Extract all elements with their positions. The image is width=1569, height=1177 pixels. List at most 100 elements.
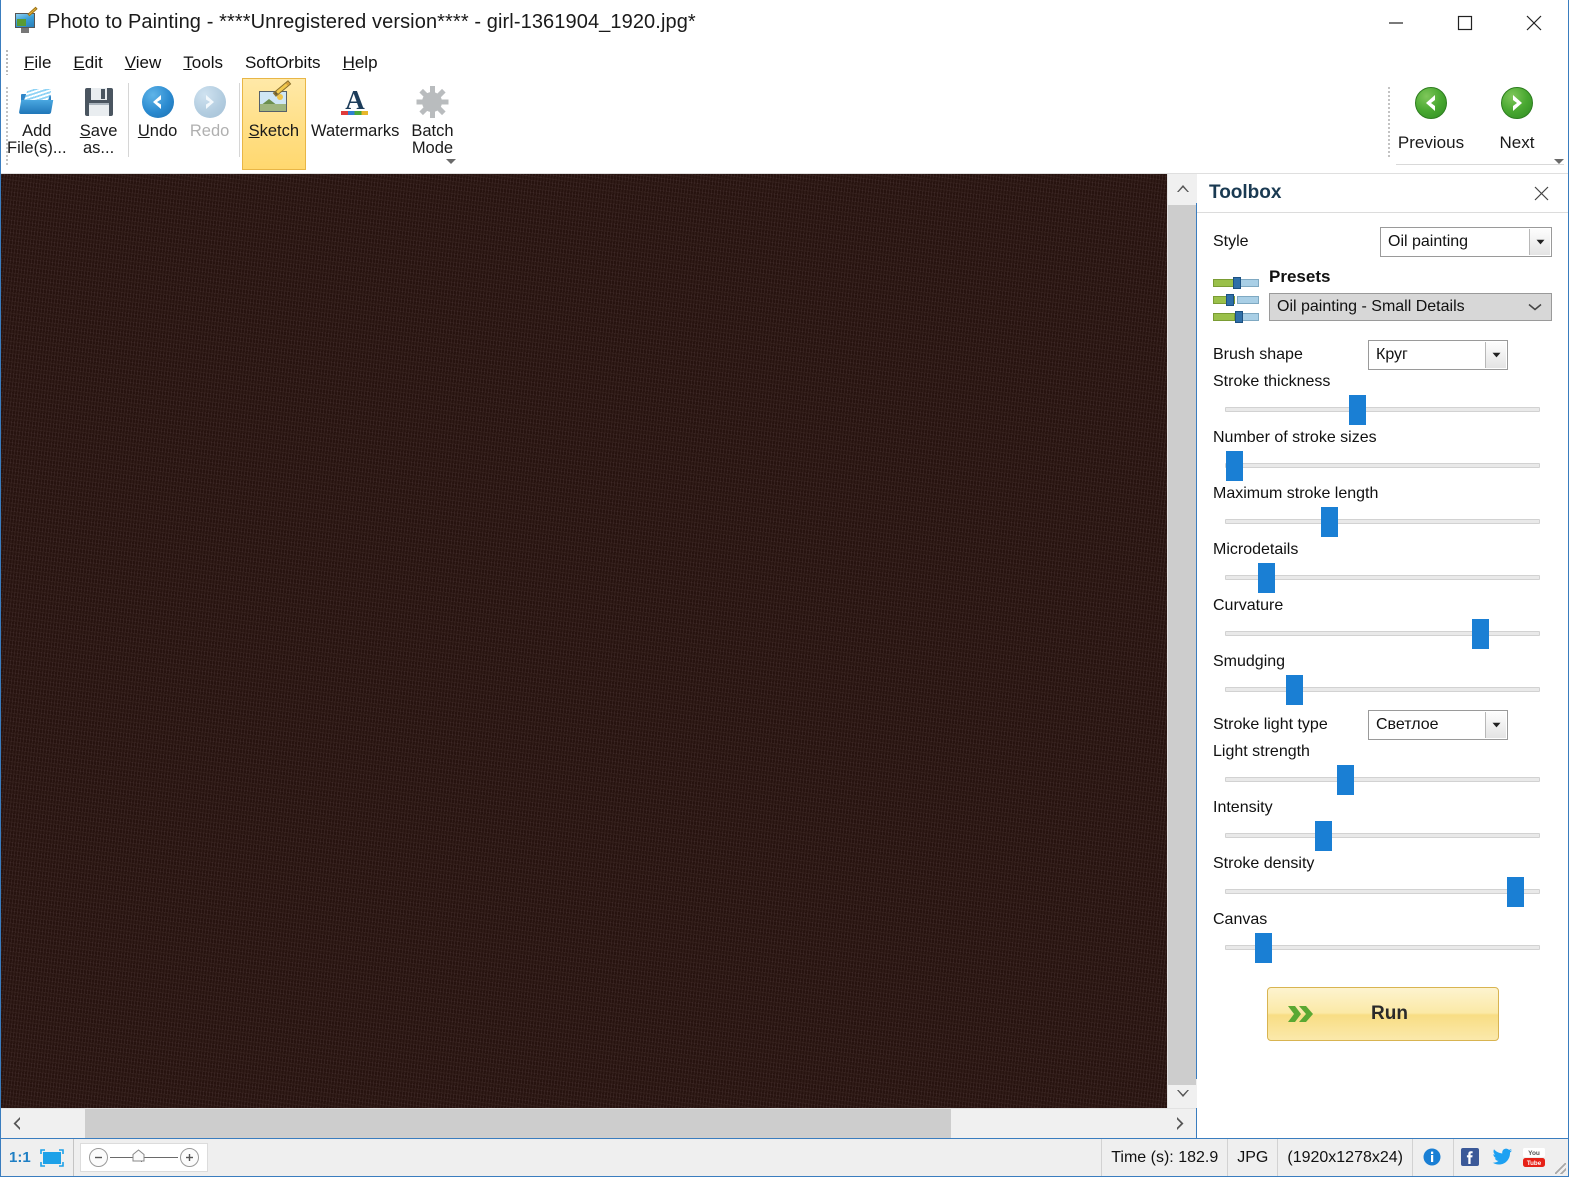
slider-thumb[interactable] — [1320, 507, 1338, 537]
slider-thumb[interactable] — [1226, 451, 1244, 481]
vertical-scroll-track[interactable] — [1168, 203, 1196, 1085]
style-row: Style Oil painting — [1213, 227, 1552, 257]
slider-thumb[interactable] — [1314, 821, 1332, 851]
slider-thumb[interactable] — [1286, 675, 1304, 705]
slider-thumb[interactable] — [1257, 563, 1275, 593]
toolbox-close-button[interactable] — [1528, 180, 1554, 206]
style-select[interactable]: Oil painting — [1380, 227, 1552, 257]
slider-track-wrap[interactable] — [1225, 819, 1540, 853]
undo-button[interactable]: Undo — [132, 79, 184, 169]
slider-track-wrap[interactable] — [1225, 931, 1540, 965]
zoom-in-icon[interactable] — [179, 1148, 199, 1167]
close-button[interactable] — [1499, 0, 1568, 46]
toolbar-group-edit: Undo Redo — [132, 79, 236, 171]
scroll-right-button[interactable] — [1164, 1109, 1196, 1138]
undo-label: Undo — [137, 122, 178, 140]
slider-light-strength: Light strength — [1213, 743, 1552, 797]
slider-canvas: Canvas — [1213, 911, 1552, 965]
maximize-button[interactable] — [1430, 0, 1499, 46]
toolbox-body: Style Oil painting Presets Oil painting … — [1197, 212, 1568, 1138]
menu-file[interactable]: File — [13, 50, 62, 76]
slider-track-wrap[interactable] — [1225, 505, 1540, 539]
slider-track-wrap[interactable] — [1225, 875, 1540, 909]
slider-label: Stroke thickness — [1213, 373, 1331, 390]
save-icon — [82, 85, 116, 119]
presets-select[interactable]: Oil painting - Small Details — [1269, 293, 1552, 321]
menu-edit[interactable]: Edit — [62, 50, 113, 76]
main-body: Toolbox Style Oil painting Presets Oil p… — [1, 174, 1568, 1138]
run-arrow-icon — [1286, 1001, 1320, 1027]
style-label: Style — [1213, 233, 1249, 250]
svg-text:You: You — [1528, 1150, 1540, 1157]
info-icon[interactable] — [1422, 1147, 1444, 1169]
slider-track-wrap[interactable] — [1225, 449, 1540, 483]
menu-softorbits[interactable]: SoftOrbits — [234, 50, 332, 76]
slider-thumb[interactable] — [1506, 877, 1524, 907]
toolbox-header: Toolbox — [1197, 174, 1568, 212]
zoom-track[interactable] — [109, 1149, 178, 1162]
fit-to-window-icon[interactable] — [39, 1148, 65, 1168]
watermarks-icon: A — [338, 85, 372, 119]
toolbar-overflow-button[interactable] — [444, 155, 458, 167]
zoom-reset-icon[interactable] — [132, 1149, 145, 1162]
facebook-icon[interactable] — [1460, 1147, 1482, 1169]
zoom-out-icon[interactable] — [88, 1148, 108, 1167]
image-canvas-area — [1, 174, 1197, 1138]
zoom-ratio-label[interactable]: 1:1 — [9, 1149, 31, 1166]
slider-thumb[interactable] — [1472, 619, 1490, 649]
brush-shape-select[interactable]: Круг — [1368, 340, 1508, 370]
add-files-label: Add File(s)... — [7, 122, 67, 157]
horizontal-scrollbar[interactable] — [1, 1108, 1196, 1138]
stroke-light-type-value: Светлое — [1376, 716, 1439, 733]
toolbar: Add File(s)... Save as... Undo Redo Sket… — [1, 78, 1568, 174]
stroke-light-type-select[interactable]: Светлое — [1368, 710, 1508, 740]
run-button[interactable]: Run — [1266, 987, 1499, 1041]
toolbox-title: Toolbox — [1209, 182, 1282, 203]
youtube-icon[interactable]: You Tube — [1522, 1147, 1546, 1169]
slider-label: Maximum stroke length — [1213, 485, 1379, 502]
toolbar-separator — [238, 83, 240, 157]
slider-track-wrap[interactable] — [1225, 673, 1540, 707]
menu-help[interactable]: Help — [332, 50, 389, 76]
image-preview[interactable] — [1, 174, 1167, 1108]
horizontal-scroll-track[interactable] — [33, 1109, 1164, 1138]
twitter-icon[interactable] — [1491, 1147, 1513, 1169]
previous-button[interactable]: Previous — [1388, 79, 1474, 165]
navigation-overflow-button[interactable] — [1552, 155, 1566, 167]
next-button[interactable]: Next — [1474, 79, 1560, 165]
minimize-button[interactable] — [1361, 0, 1430, 46]
horizontal-scroll-thumb[interactable] — [85, 1109, 951, 1138]
slider-track-wrap[interactable] — [1225, 617, 1540, 651]
social-links: You Tube — [1454, 1139, 1552, 1176]
slider-thumb[interactable] — [1336, 765, 1354, 795]
slider-maximum-stroke-length: Maximum stroke length — [1213, 485, 1552, 539]
add-files-button[interactable]: Add File(s)... — [1, 79, 73, 169]
status-spacer — [208, 1139, 1103, 1176]
sketch-button[interactable]: Sketch — [241, 78, 307, 170]
batch-mode-label: Batch Mode — [411, 122, 454, 157]
slider-thumb[interactable] — [1254, 933, 1272, 963]
menu-tools[interactable]: Tools — [172, 50, 234, 76]
slider-track-wrap[interactable] — [1225, 763, 1540, 797]
menu-view[interactable]: View — [114, 50, 173, 76]
scroll-left-button[interactable] — [1, 1109, 33, 1138]
vertical-scroll-thumb[interactable] — [1168, 205, 1196, 1085]
resize-grip[interactable] — [1552, 1139, 1568, 1176]
chevron-down-icon — [1485, 712, 1506, 738]
slider-track-wrap[interactable] — [1225, 393, 1540, 427]
scroll-up-button[interactable] — [1168, 174, 1197, 203]
slider-track-wrap[interactable] — [1225, 561, 1540, 595]
watermarks-button[interactable]: A Watermarks — [305, 79, 405, 169]
slider-label: Stroke density — [1213, 855, 1315, 872]
save-as-button[interactable]: Save as... — [73, 79, 125, 169]
slider-track — [1225, 945, 1540, 950]
vertical-scrollbar[interactable] — [1167, 174, 1197, 1108]
zoom-slider[interactable] — [79, 1143, 208, 1172]
style-value: Oil painting — [1388, 233, 1469, 250]
toolbar-group-file: Add File(s)... Save as... — [1, 79, 125, 171]
stroke-light-type-row: Stroke light type Светлое — [1213, 709, 1552, 741]
menu-bar: File Edit View Tools SoftOrbits Help — [1, 46, 1568, 79]
slider-thumb[interactable] — [1349, 395, 1367, 425]
info-cell[interactable] — [1413, 1139, 1454, 1176]
chevron-down-icon — [1529, 229, 1550, 255]
